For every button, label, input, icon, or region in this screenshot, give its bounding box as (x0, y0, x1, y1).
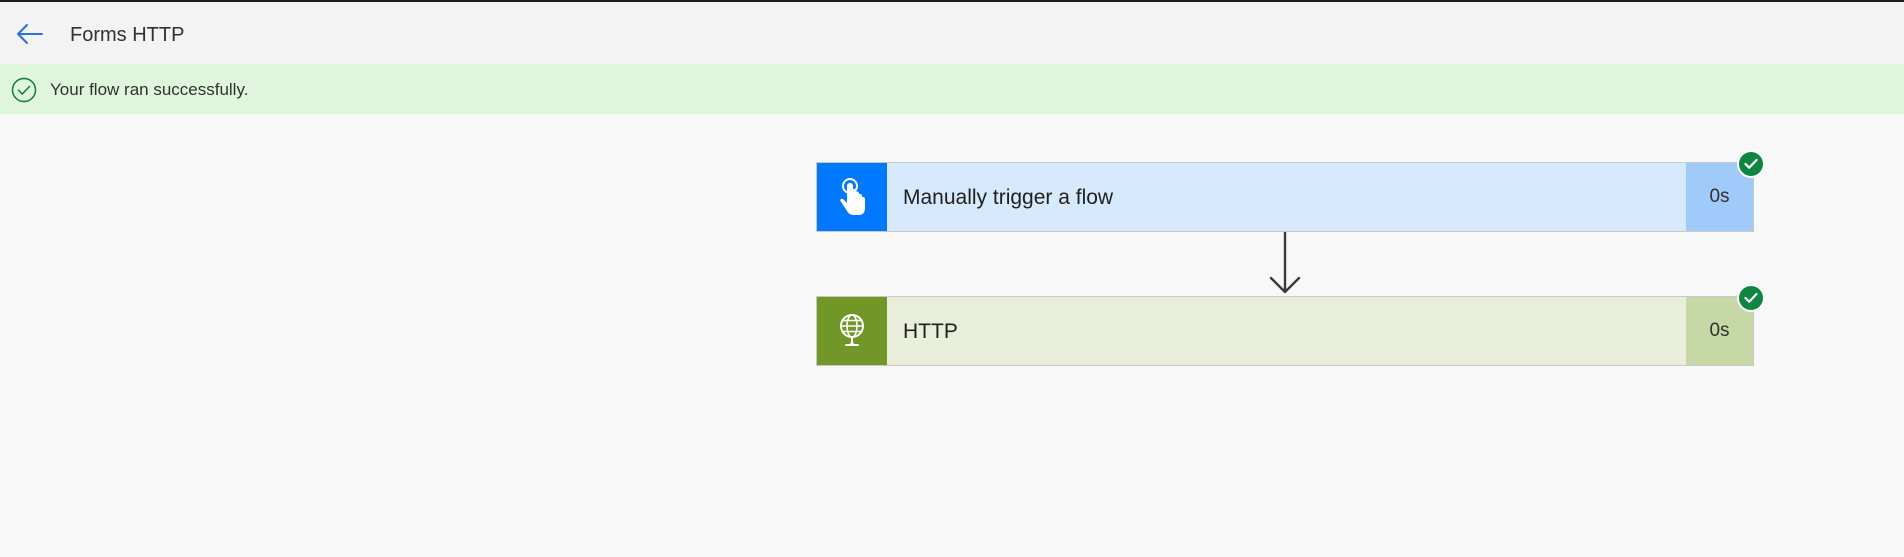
check-circle-icon (11, 77, 37, 103)
globe-icon (840, 314, 864, 346)
hand-pointer-icon (840, 178, 865, 215)
step-label: HTTP (903, 320, 958, 343)
trigger-icon-box (817, 163, 887, 231)
step-label: Manually trigger a flow (903, 186, 1114, 209)
success-check-icon (1737, 284, 1765, 312)
checkmark-icon (1744, 158, 1758, 169)
success-banner: Your flow ran successfully. (0, 64, 1904, 114)
success-check-icon (1737, 150, 1765, 178)
arrow-left-icon (17, 24, 43, 44)
banner-message: Your flow ran successfully. (50, 80, 249, 99)
step-card-manual-trigger[interactable]: Manually trigger a flow 0s (816, 162, 1754, 232)
arrow-down-icon (1269, 232, 1301, 294)
page-title: Forms HTTP (70, 24, 185, 46)
back-button[interactable] (12, 16, 48, 52)
http-icon-box (817, 297, 887, 365)
step-card-http[interactable]: HTTP 0s (816, 296, 1754, 366)
page-header: Forms HTTP (0, 2, 1904, 64)
checkmark-icon (1744, 292, 1758, 303)
